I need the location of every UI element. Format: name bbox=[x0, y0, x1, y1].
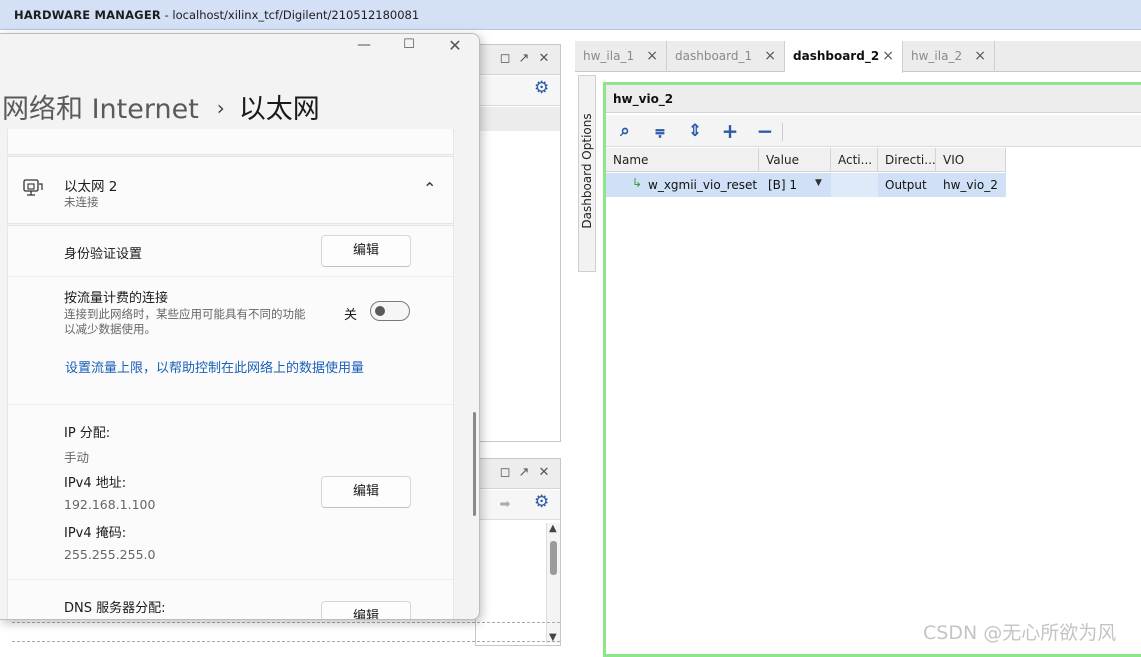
probe-direction: Output bbox=[885, 178, 927, 192]
ethernet-icon bbox=[22, 177, 44, 199]
arrow-right-icon[interactable]: ➡ bbox=[498, 498, 512, 512]
add-icon[interactable]: + bbox=[720, 121, 740, 141]
auth-edit-button[interactable]: 编辑 bbox=[321, 235, 411, 267]
dashboard-options-toggle[interactable]: Dashboard Options bbox=[578, 75, 596, 272]
toolbar-separator bbox=[782, 123, 783, 141]
bottom-dashed-strip bbox=[12, 622, 560, 642]
ipv4-address-label: IPv4 地址: bbox=[64, 476, 127, 491]
connection-path: - localhost/xilinx_tcf/Digilent/21051218… bbox=[160, 8, 420, 22]
divider bbox=[8, 276, 453, 277]
float-icon[interactable]: ↗ bbox=[517, 466, 531, 480]
restore-icon[interactable]: ◻ bbox=[498, 466, 512, 480]
column-header-value[interactable]: Value bbox=[759, 148, 831, 172]
chevron-up-icon[interactable]: ⌃ bbox=[423, 179, 436, 198]
adapter-name: 以太网 2 bbox=[64, 179, 118, 195]
maximize-icon[interactable]: ☐ bbox=[399, 37, 419, 52]
panel-header: ◻ ↗ ✕ bbox=[476, 459, 560, 489]
value-dropdown-icon[interactable]: ▼ bbox=[815, 178, 822, 188]
ipv4-mask-label: IPv4 掩码: bbox=[64, 526, 127, 541]
column-header-activity[interactable]: Acti... bbox=[831, 148, 878, 172]
ip-edit-button[interactable]: 编辑 bbox=[321, 476, 411, 508]
close-icon[interactable]: × bbox=[974, 41, 986, 72]
minimize-icon[interactable]: — bbox=[354, 37, 374, 53]
close-icon[interactable]: ✕ bbox=[445, 36, 465, 55]
toggle-knob bbox=[375, 306, 385, 316]
remove-icon[interactable]: − bbox=[755, 121, 775, 141]
metered-description-line2: 以减少数据使用。 bbox=[64, 322, 156, 336]
page-title: 以太网 bbox=[238, 94, 320, 125]
tab-label: dashboard_2 bbox=[793, 49, 880, 63]
expand-all-icon[interactable]: ⇕ bbox=[685, 121, 705, 141]
probe-vio: hw_vio_2 bbox=[943, 178, 998, 192]
scroll-up-icon[interactable]: ▲ bbox=[549, 523, 557, 534]
close-icon[interactable]: ✕ bbox=[537, 52, 551, 66]
app-title: HARDWARE MANAGER bbox=[14, 8, 161, 22]
column-header-vio[interactable]: VIO bbox=[936, 148, 1006, 172]
settings-scrollbar[interactable] bbox=[473, 412, 476, 516]
metered-connection-toggle[interactable] bbox=[370, 301, 410, 321]
column-header-direction[interactable]: Directi... bbox=[878, 148, 936, 172]
vio-panel-title: hw_vio_2 bbox=[606, 85, 1141, 113]
column-header-name[interactable]: Name bbox=[606, 148, 759, 172]
probe-activity bbox=[831, 173, 878, 197]
left-upper-panel: ◻ ↗ ✕ ⚙ bbox=[475, 44, 561, 442]
adapter-details-card: 身份验证设置 编辑 按流量计费的连接 连接到此网络时，某些应用可能具有不同的功能… bbox=[7, 225, 454, 619]
tab-label: dashboard_1 bbox=[675, 49, 753, 63]
search-icon[interactable]: ⌕ bbox=[615, 121, 635, 141]
dashboard-tab-bar: hw_ila_1 × dashboard_1 × dashboard_2 × hw_i… bbox=[575, 41, 1141, 73]
vio-toolbar: ⌕ ⩦ ⇕ + − bbox=[606, 115, 1141, 147]
tab-hw-ila-1[interactable]: hw_ila_1 × bbox=[575, 41, 667, 72]
divider bbox=[8, 404, 453, 405]
dns-assignment-label: DNS 服务器分配: bbox=[64, 601, 166, 616]
gear-icon[interactable]: ⚙ bbox=[534, 80, 549, 97]
close-icon[interactable]: × bbox=[882, 41, 894, 72]
metered-description-line1: 连接到此网络时，某些应用可能具有不同的功能 bbox=[64, 307, 306, 321]
dns-edit-button[interactable]: 编辑 bbox=[321, 601, 411, 619]
vio-dashboard-frame: hw_vio_2 ⌕ ⩦ ⇕ + − Name Value Acti... Di… bbox=[603, 82, 1141, 657]
tab-label: hw_ila_2 bbox=[911, 49, 963, 63]
watermark: CSDN @无心所欲为风 bbox=[923, 622, 1117, 644]
settings-window: — ☐ ✕ 网络和 Internet › 以太网 以太网 2 未连接 ⌃ 身份验证设… bbox=[0, 33, 480, 620]
metered-connection-label: 按流量计费的连接 bbox=[64, 291, 169, 306]
ipv4-address-value: 192.168.1.100 bbox=[64, 497, 156, 512]
breadcrumb-separator: › bbox=[216, 96, 225, 120]
adapter-status: 未连接 bbox=[64, 195, 99, 209]
auth-settings-label: 身份验证设置 bbox=[64, 247, 143, 262]
ip-assignment-label: IP 分配: bbox=[64, 426, 111, 441]
breadcrumb: 网络和 Internet › 以太网 bbox=[2, 90, 320, 131]
divider bbox=[8, 579, 453, 580]
dashboard-options-label: Dashboard Options bbox=[580, 113, 594, 229]
tab-hw-ila-2[interactable]: hw_ila_2 × bbox=[903, 41, 995, 72]
probe-value[interactable]: [B] 1 bbox=[761, 173, 811, 197]
window-title-bar: HARDWARE MANAGER - localhost/xilinx_tcf/… bbox=[0, 0, 1141, 30]
gear-icon[interactable]: ⚙ bbox=[534, 494, 549, 511]
float-icon[interactable]: ↗ bbox=[517, 52, 531, 66]
adapter-header-card[interactable]: 以太网 2 未连接 ⌃ bbox=[7, 156, 454, 224]
ipv4-mask-value: 255.255.255.0 bbox=[64, 547, 156, 562]
panel-toolbar: ⚙ bbox=[476, 76, 560, 106]
tab-dashboard-2[interactable]: dashboard_2 × bbox=[785, 41, 903, 73]
vio-table-header: Name Value Acti... Directi... VIO bbox=[606, 148, 1006, 172]
close-icon[interactable]: ✕ bbox=[537, 466, 551, 480]
close-icon[interactable]: × bbox=[764, 41, 776, 72]
restore-icon[interactable]: ◻ bbox=[498, 52, 512, 66]
tab-label: hw_ila_1 bbox=[583, 49, 635, 63]
panel-header: ◻ ↗ ✕ bbox=[476, 45, 560, 75]
probe-name: w_xgmii_vio_reset bbox=[648, 178, 758, 192]
data-limit-link[interactable]: 设置流量上限，以帮助控制在此网络上的数据使用量 bbox=[65, 357, 364, 376]
table-row[interactable]: ↳ w_xgmii_vio_reset [B] 1 ▼ Output hw_vi… bbox=[606, 173, 1006, 197]
scroll-thumb[interactable] bbox=[550, 541, 557, 575]
panel-toolbar: ➡ ⚙ bbox=[476, 490, 560, 520]
ip-assignment-value: 手动 bbox=[64, 450, 90, 465]
close-icon[interactable]: × bbox=[646, 41, 658, 72]
tab-dashboard-1[interactable]: dashboard_1 × bbox=[667, 41, 785, 72]
card-top-stub bbox=[7, 129, 454, 155]
breadcrumb-parent[interactable]: 网络和 Internet bbox=[2, 94, 199, 125]
panel-strip bbox=[476, 107, 560, 131]
toggle-state-label: 关 bbox=[344, 308, 358, 323]
left-lower-panel: ◻ ↗ ✕ ➡ ⚙ ▲ ▼ bbox=[475, 458, 561, 646]
collapse-all-icon[interactable]: ⩦ bbox=[650, 121, 670, 141]
